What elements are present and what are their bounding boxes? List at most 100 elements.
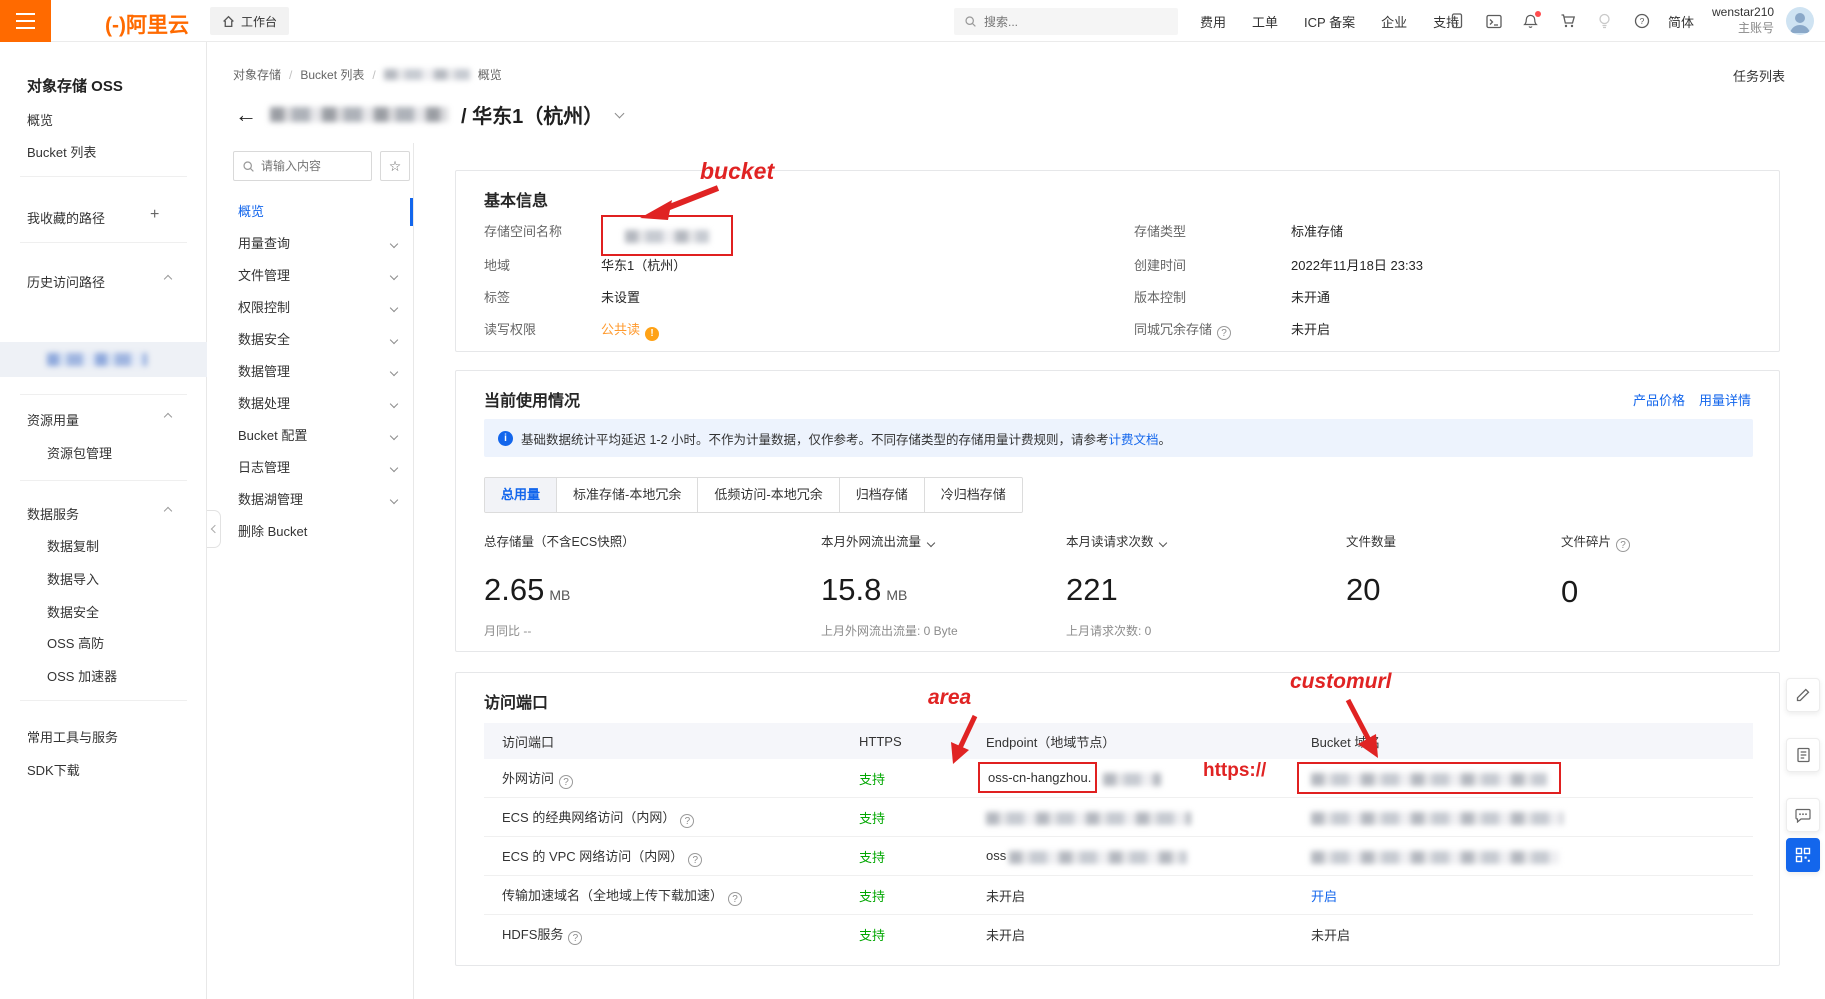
help-question-icon[interactable]: ? — [728, 892, 742, 906]
help-icon[interactable]: ? — [1633, 13, 1650, 30]
breadcrumb-bucket-name-redacted — [384, 69, 470, 80]
sidebar-item-data-replication[interactable]: 数据复制 — [47, 536, 99, 555]
aliyun-logo[interactable]: (-)阿里云 — [105, 9, 189, 39]
sidebar-item-data-security[interactable]: 数据安全 — [47, 602, 99, 621]
add-favorite-path-icon[interactable]: + — [150, 206, 159, 224]
chevron-down-icon — [390, 496, 398, 504]
enable-acceleration-link[interactable]: 开启 — [1311, 889, 1337, 904]
notification-badge — [1535, 11, 1541, 17]
header-port: 访问端口 — [484, 732, 859, 751]
help-question-icon[interactable]: ? — [568, 931, 582, 945]
menu-item-usage-query[interactable]: 用量查询 — [207, 228, 413, 260]
help-question-icon[interactable]: ? — [559, 775, 573, 789]
breadcrumb-item-oss[interactable]: 对象存储 — [233, 66, 281, 83]
chevron-down-icon[interactable] — [1159, 539, 1167, 547]
lightbulb-icon[interactable] — [1596, 13, 1613, 30]
cart-icon[interactable] — [1559, 13, 1576, 30]
sidebar-item-common-tools[interactable]: 常用工具与服务 — [27, 727, 118, 746]
warning-icon: ! — [645, 327, 659, 341]
float-edit-button[interactable] — [1786, 678, 1820, 712]
billing-doc-link[interactable]: 计费文档 — [1109, 433, 1159, 447]
global-search-input[interactable] — [984, 15, 1154, 29]
account-block[interactable]: wenstar210 主账号 — [1712, 4, 1774, 36]
product-price-link[interactable]: 产品价格 — [1633, 390, 1685, 409]
menu-item-delete-bucket[interactable]: 删除 Bucket — [207, 516, 413, 548]
sidebar-item-overview[interactable]: 概览 — [27, 110, 53, 129]
sidebar-section-history[interactable]: 历史访问路径 — [27, 272, 105, 291]
notice-text: 基础数据统计平均延迟 1-2 小时。不作为计量数据，仅作参考。不同存储类型的存储… — [521, 429, 1171, 448]
sidebar-history-active-item[interactable] — [0, 342, 207, 377]
help-question-icon[interactable]: ? — [688, 853, 702, 867]
chevron-down-icon — [390, 272, 398, 280]
help-question-icon[interactable]: ? — [680, 814, 694, 828]
tab-ia-lrs[interactable]: 低频访问-本地冗余 — [697, 478, 838, 512]
sidebar-collapse-handle[interactable] — [207, 510, 221, 548]
ports-title: 访问端口 — [484, 689, 548, 713]
float-miniapp-button[interactable] — [1786, 838, 1820, 872]
tab-cold-archive[interactable]: 冷归档存储 — [924, 478, 1022, 512]
menu-item-log-management[interactable]: 日志管理 — [207, 452, 413, 484]
sidebar-item-oss-anti-ddos[interactable]: OSS 高防 — [47, 633, 104, 652]
menu-item-access-control[interactable]: 权限控制 — [207, 292, 413, 324]
help-question-icon[interactable]: ? — [1616, 538, 1630, 552]
help-question-icon[interactable]: ? — [1217, 326, 1231, 340]
menu-item-file-management[interactable]: 文件管理 — [207, 260, 413, 292]
chevron-down-icon — [390, 432, 398, 440]
sidebar-section-data-service[interactable]: 数据服务 — [27, 504, 79, 523]
mobile-app-icon[interactable] — [1448, 13, 1465, 30]
tab-standard-lrs[interactable]: 标准存储-本地冗余 — [556, 478, 697, 512]
sidebar-item-data-import[interactable]: 数据导入 — [47, 569, 99, 588]
label-region: 地域 — [484, 255, 510, 274]
topbar-link-icp[interactable]: ICP 备案 — [1304, 12, 1355, 31]
tab-archive[interactable]: 归档存储 — [839, 478, 924, 512]
menu-item-data-management[interactable]: 数据管理 — [207, 356, 413, 388]
sidebar-item-sdk-download[interactable]: SDK下载 — [27, 760, 80, 779]
ports-card: 访问端口 访问端口 HTTPS Endpoint（地域节点） Bucket 域名… — [455, 672, 1780, 966]
hamburger-menu-icon[interactable] — [0, 0, 51, 42]
task-list-link[interactable]: 任务列表 — [1733, 66, 1785, 85]
chevron-down-icon[interactable] — [615, 108, 625, 118]
ports-table: 访问端口 HTTPS Endpoint（地域节点） Bucket 域名 外网访问… — [484, 723, 1753, 954]
sidebar-item-resource-packages[interactable]: 资源包管理 — [47, 443, 112, 462]
favorite-star-button[interactable]: ☆ — [380, 151, 410, 181]
bucket-region-title: / 华东1（杭州） — [461, 100, 603, 129]
sidebar-section-resource-usage[interactable]: 资源用量 — [27, 410, 79, 429]
menu-item-data-security[interactable]: 数据安全 — [207, 324, 413, 356]
float-survey-button[interactable] — [1786, 738, 1820, 772]
breadcrumb-item-bucket-list[interactable]: Bucket 列表 — [300, 66, 364, 83]
label-created-time: 创建时间 — [1134, 255, 1186, 274]
menu-item-overview[interactable]: 概览 — [207, 196, 413, 228]
chevron-down-icon[interactable] — [927, 539, 935, 547]
menu-search-input[interactable] — [261, 159, 361, 173]
language-switch[interactable]: 简体 — [1668, 12, 1694, 31]
storage-class-tabs: 总用量 标准存储-本地冗余 低频访问-本地冗余 归档存储 冷归档存储 — [484, 477, 1023, 513]
usage-notice-banner: i 基础数据统计平均延迟 1-2 小时。不作为计量数据，仅作参考。不同存储类型的… — [484, 419, 1753, 457]
usage-detail-link[interactable]: 用量详情 — [1699, 390, 1751, 409]
menu-item-data-processing[interactable]: 数据处理 — [207, 388, 413, 420]
topbar-link-billing[interactable]: 费用 — [1200, 12, 1226, 31]
annotation-red-box-domain — [1297, 762, 1561, 793]
breadcrumb-separator: / — [372, 68, 375, 82]
label-acl: 读写权限 — [484, 319, 536, 338]
usage-card: 当前使用情况 产品价格 用量详情 i 基础数据统计平均延迟 1-2 小时。不作为… — [455, 370, 1780, 652]
bucket-menu: 概览 用量查询 文件管理 权限控制 数据安全 数据管理 数据处理 Bucket … — [207, 196, 413, 548]
topbar-link-enterprise[interactable]: 企业 — [1381, 12, 1407, 31]
back-arrow-icon[interactable]: ← — [235, 104, 257, 126]
header-endpoint: Endpoint（地域节点） — [986, 732, 1311, 751]
value-acl[interactable]: 公共读! — [601, 319, 659, 341]
sidebar-item-bucket-list[interactable]: Bucket 列表 — [27, 142, 96, 161]
float-feedback-button[interactable] — [1786, 798, 1820, 832]
menu-item-data-lake[interactable]: 数据湖管理 — [207, 484, 413, 516]
avatar[interactable] — [1786, 7, 1814, 35]
cloudshell-icon[interactable] — [1485, 13, 1502, 30]
workbench-button[interactable]: 工作台 — [210, 7, 289, 35]
tab-total-usage[interactable]: 总用量 — [485, 478, 556, 512]
notifications-bell-icon[interactable] — [1522, 13, 1539, 30]
search-icon — [242, 160, 255, 173]
sidebar-item-favorite-paths[interactable]: 我收藏的路径 — [27, 208, 105, 227]
basic-info-title: 基本信息 — [484, 187, 548, 211]
topbar-link-tickets[interactable]: 工单 — [1252, 12, 1278, 31]
divider — [20, 480, 187, 481]
sidebar-item-oss-accelerator[interactable]: OSS 加速器 — [47, 666, 117, 685]
menu-item-bucket-config[interactable]: Bucket 配置 — [207, 420, 413, 452]
